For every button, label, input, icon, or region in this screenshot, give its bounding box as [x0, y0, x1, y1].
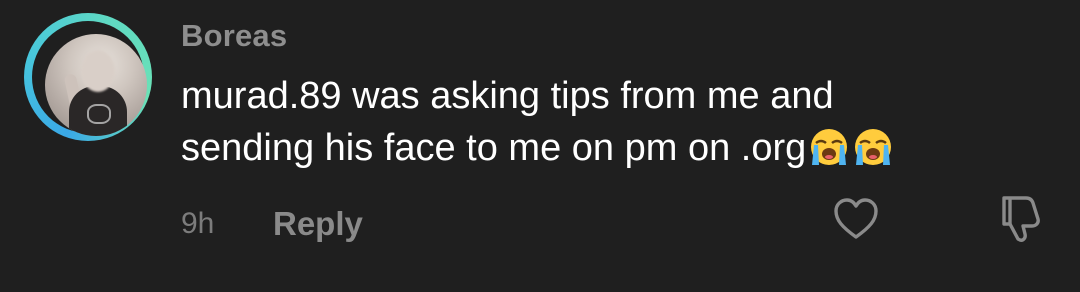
crying-face-emoji — [811, 129, 848, 165]
comment-text-line-1: murad.89 was asking tips from me and — [181, 75, 834, 117]
avatar-ring-gap — [32, 21, 147, 136]
comment-text: murad.89 was asking tips from me and sen… — [181, 70, 1041, 174]
comment-text-line-2: sending his face to me on pm on .org — [181, 127, 807, 169]
avatar[interactable] — [45, 34, 147, 136]
heart-outline-icon[interactable] — [832, 196, 880, 242]
comment-username[interactable]: Boreas — [181, 18, 287, 54]
comment: Boreas murad.89 was asking tips from me … — [0, 0, 1080, 292]
avatar-photo-head — [81, 50, 115, 92]
avatar-story-ring[interactable] — [24, 13, 152, 141]
comment-timestamp: 9h — [181, 207, 215, 240]
thumbs-down-outline-icon[interactable] — [996, 192, 1044, 244]
crying-face-emoji — [855, 129, 892, 165]
reply-button[interactable]: Reply — [273, 205, 363, 243]
avatar-photo-shirt-print — [87, 104, 111, 124]
